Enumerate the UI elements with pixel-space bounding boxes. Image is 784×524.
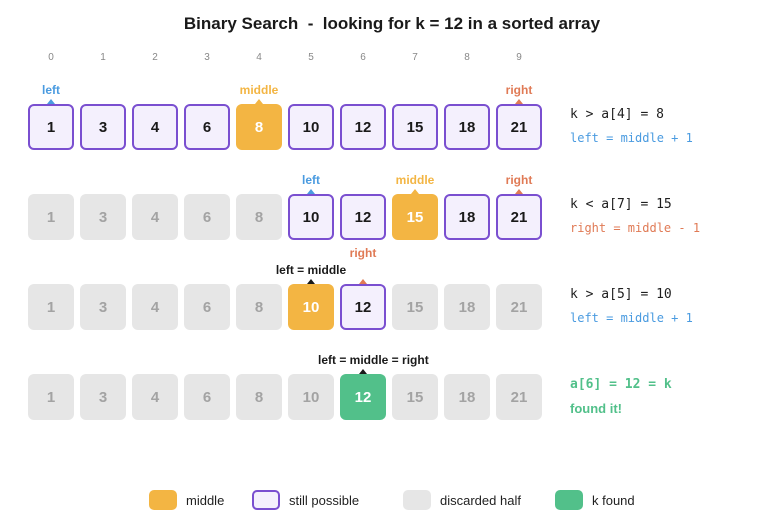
- array-index-label: 4: [256, 52, 262, 63]
- array-cell-discarded: 15: [392, 374, 438, 420]
- action-note: left = middle + 1: [570, 131, 693, 145]
- binary-search-diagram: Binary Search - looking for k = 12 in a …: [0, 0, 784, 524]
- array-cell-possible: 21: [496, 104, 542, 150]
- array-cell-discarded: 6: [184, 284, 230, 330]
- array-cell-discarded: 4: [132, 284, 178, 330]
- array-cell-discarded: 3: [80, 374, 126, 420]
- action-note: right = middle - 1: [570, 221, 701, 235]
- legend-label: middle: [186, 492, 225, 508]
- array-index-label: 1: [100, 52, 106, 63]
- pointer-marker: [515, 189, 523, 194]
- array-index-label: 8: [464, 52, 470, 63]
- legend-item-found: k found: [555, 490, 635, 510]
- diagram-title: Binary Search - looking for k = 12 in a …: [183, 14, 601, 33]
- array-cell-discarded: 4: [132, 194, 178, 240]
- array-cell-discarded: 1: [28, 194, 74, 240]
- array-cell-discarded: 3: [80, 194, 126, 240]
- array-index-label: 3: [204, 52, 210, 63]
- array-cell-possible: 12: [340, 194, 386, 240]
- array-cell-discarded: 6: [184, 374, 230, 420]
- legend-label: discarded half: [440, 492, 521, 508]
- legend-swatch: [149, 490, 177, 510]
- comparison-note: k < a[7] = 15: [570, 197, 672, 212]
- legend-swatch: [555, 490, 583, 510]
- pointer-label: middle: [395, 173, 435, 187]
- pointer-label: right: [349, 246, 377, 260]
- pointer-marker: [255, 99, 263, 104]
- comparison-note: k > a[5] = 10: [570, 287, 672, 302]
- array-index-label: 9: [516, 52, 522, 63]
- array-cell-possible: 3: [80, 104, 126, 150]
- array-cell-possible: 18: [444, 194, 490, 240]
- array-cell-discarded: 21: [496, 374, 542, 420]
- array-cell-discarded: 8: [236, 284, 282, 330]
- array-cell-middle: 8: [236, 104, 282, 150]
- pointer-label: left: [42, 83, 60, 97]
- pointer-label: right: [505, 173, 533, 187]
- array-cell-discarded: 10: [288, 374, 334, 420]
- array-index-label: 5: [308, 52, 314, 63]
- array-cell-possible: 15: [392, 104, 438, 150]
- action-note: found it!: [570, 401, 622, 416]
- pointer-label: middle: [239, 83, 279, 97]
- array-index-label: 6: [360, 52, 366, 63]
- array-index-label: 2: [152, 52, 158, 63]
- array-cell-discarded: 21: [496, 284, 542, 330]
- array-index-label: 0: [48, 52, 54, 63]
- legend-swatch: [403, 490, 431, 510]
- array-cell-possible: 1: [28, 104, 74, 150]
- legend-label: k found: [592, 492, 635, 508]
- pointer-marker: [307, 279, 315, 284]
- pointer-marker: [307, 189, 315, 194]
- comparison-note: a[6] = 12 = k: [570, 377, 672, 392]
- action-note: left = middle + 1: [570, 311, 693, 325]
- array-cell-possible: 21: [496, 194, 542, 240]
- legend-label: still possible: [289, 492, 360, 508]
- array-cell-discarded: 4: [132, 374, 178, 420]
- array-cell-possible: 12: [340, 104, 386, 150]
- array-cell-discarded: 6: [184, 194, 230, 240]
- pointer-marker: [515, 99, 523, 104]
- pointer-label: left = middle = right: [318, 353, 429, 367]
- array-cell-possible: 6: [184, 104, 230, 150]
- legend-item-possible: still possible: [252, 490, 359, 510]
- pointer-marker: [359, 279, 367, 284]
- legend-swatch: [252, 490, 280, 510]
- array-cell-discarded: 3: [80, 284, 126, 330]
- pointer-label: right: [505, 83, 533, 97]
- array-cell-possible: 10: [288, 104, 334, 150]
- array-cell-possible: 18: [444, 104, 490, 150]
- pointer-label: left: [302, 173, 320, 187]
- array-cell-discarded: 8: [236, 374, 282, 420]
- array-cell-discarded: 8: [236, 194, 282, 240]
- array-cell-discarded: 18: [444, 374, 490, 420]
- array-cell-found: 12: [340, 374, 386, 420]
- array-cell-possible: 4: [132, 104, 178, 150]
- legend-item-middle: middle: [149, 490, 224, 510]
- pointer-label: left = middle: [275, 263, 347, 277]
- array-cell-possible: 12: [340, 284, 386, 330]
- array-cell-possible: 10: [288, 194, 334, 240]
- pointer-marker: [359, 369, 367, 374]
- pointer-marker: [47, 99, 55, 104]
- array-cell-middle: 10: [288, 284, 334, 330]
- pointer-marker: [411, 189, 419, 194]
- array-index-label: 7: [412, 52, 418, 63]
- legend-item-discarded: discarded half: [403, 490, 521, 510]
- array-cell-discarded: 15: [392, 284, 438, 330]
- array-cell-discarded: 1: [28, 284, 74, 330]
- array-cell-discarded: 1: [28, 374, 74, 420]
- array-cell-discarded: 18: [444, 284, 490, 330]
- comparison-note: k > a[4] = 8: [570, 107, 664, 122]
- array-cell-middle: 15: [392, 194, 438, 240]
